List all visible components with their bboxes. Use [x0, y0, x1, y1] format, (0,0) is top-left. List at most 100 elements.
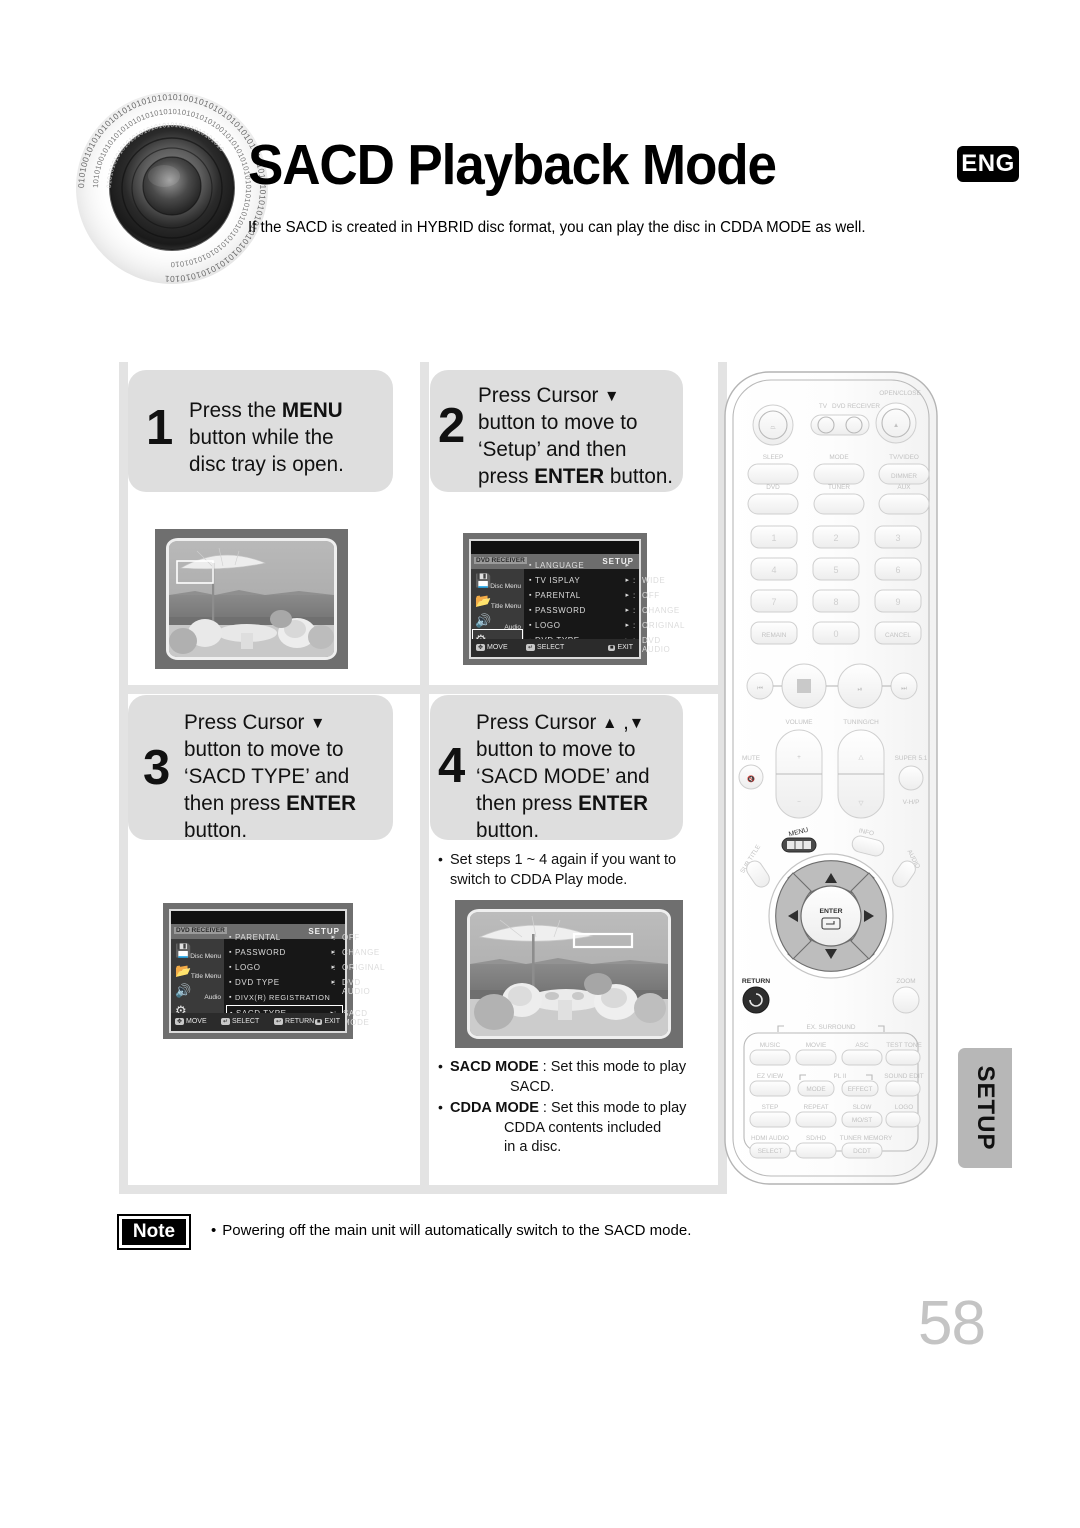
osd-row-key: PASSWORD: [535, 606, 586, 615]
svg-text:SLOW: SLOW: [853, 1104, 873, 1111]
row-bullet-icon: ▪: [229, 994, 232, 1001]
osd-row-value: ORIGINAL: [342, 963, 386, 972]
osd-row-value: OFF: [342, 933, 360, 942]
svg-text:SOUND EDIT: SOUND EDIT: [884, 1073, 924, 1080]
cursor-down-icon: ▼: [628, 715, 645, 732]
svg-text:3: 3: [895, 533, 900, 543]
row-bullet-icon: ▪: [529, 562, 532, 569]
svg-text:6: 6: [895, 565, 900, 575]
osd-row[interactable]: ▪ TV ISPLAY : WIDE ▸: [526, 573, 665, 588]
osd-row[interactable]: ▪ PASSWORD : CHANGE ▸: [226, 945, 379, 960]
osd-side-label-0: Disc Menu: [490, 583, 521, 590]
osd-row[interactable]: ▪ LOGO : ORIGINAL ▸: [526, 618, 684, 633]
step-4-number: 4: [438, 739, 466, 793]
divider-horizontal-mid: [119, 685, 719, 694]
svg-text:MO/ST: MO/ST: [852, 1117, 872, 1124]
osd-sidebar-1: 💾 Disc Menu 📂 Title Menu 🔊 Audio ⚙ Setup: [471, 569, 524, 653]
step-4-note-line-2: switch to CDDA Play mode.: [450, 871, 628, 888]
osd-row[interactable]: ▪ DVD TYPE : DVD AUDIO ▸: [226, 975, 370, 996]
osd-row-key: PARENTAL: [235, 933, 281, 942]
osd-side-label-1: Title Menu: [190, 973, 221, 980]
step-1-tv-frame: [155, 529, 348, 669]
row-bullet-icon: ▪: [229, 934, 232, 941]
step-1-text: Press the MENU button while the disc tra…: [189, 398, 344, 477]
note-badge: Note: [117, 1214, 191, 1250]
svg-text:MUTE: MUTE: [742, 755, 760, 762]
chevron-right-icon: ▸: [331, 979, 335, 986]
osd-row-value: OFF: [642, 591, 660, 600]
step-4-text: Press Cursor ▲ ,▼ button to move to ‘SAC…: [476, 710, 650, 843]
svg-text:4: 4: [771, 565, 776, 575]
chevron-right-icon: ▸: [625, 562, 629, 569]
osd-row-value: CHANGE: [342, 948, 380, 957]
divider-vertical-mid: [420, 362, 429, 1194]
osd-footer-label: MOVE: [487, 644, 508, 651]
step-4-note: Set steps 1 ~ 4 again if you want to swi…: [437, 850, 697, 892]
note-row: Note Powering off the main unit will aut…: [117, 1214, 939, 1250]
row-bullet-icon: ▪: [529, 592, 532, 599]
svg-text:⏢: ⏢: [770, 424, 775, 431]
page-header: 0101001010101010101010101010100101010101…: [0, 0, 1080, 300]
svg-text:MODE: MODE: [829, 454, 848, 461]
return-key-icon: ↩: [274, 1018, 284, 1025]
osd-row-key: LOGO: [235, 963, 261, 972]
osd-setup-screen-2: DVD RECEIVER SETUP 💾 Disc Menu 📂 Title M…: [163, 903, 384, 1039]
step-1-number: 1: [146, 401, 174, 455]
osd-footer-2: ✥ MOVE ↵ SELECT ↩ RETURN ■ EXIT: [171, 1013, 345, 1031]
step-2-number: 2: [438, 399, 466, 453]
step-1-tv-screen: [166, 538, 337, 660]
divider-vertical-left: [119, 362, 128, 1194]
osd-row-colon: :: [633, 576, 636, 585]
step-2-callout: 2 Press Cursor ▼ button to move to ‘Setu…: [430, 370, 683, 492]
svg-text:8: 8: [833, 597, 838, 607]
osd-row-value: ORIGINAL: [642, 621, 686, 630]
note-text: Powering off the main unit will automati…: [211, 1222, 691, 1239]
cdda-mode-desc-3: in a disc.: [504, 1139, 562, 1156]
step-4-tv-frame: [455, 900, 683, 1048]
osd-device-tag: DVD RECEIVER: [174, 927, 227, 934]
page-title: SACD Playback Mode: [248, 133, 777, 197]
svg-text:OPEN/CLOSE: OPEN/CLOSE: [879, 390, 921, 397]
chevron-right-icon: ▸: [331, 934, 335, 941]
osd-row-colon: :: [633, 606, 636, 615]
page-number: 58: [918, 1289, 986, 1358]
svg-text:PL II: PL II: [834, 1073, 847, 1080]
osd-row-value: CHANGE: [642, 606, 680, 615]
setup-side-tab: SETUP: [958, 1048, 1012, 1168]
svg-text:AUX: AUX: [897, 484, 911, 491]
svg-text:MODE: MODE: [806, 1086, 825, 1093]
osd-row[interactable]: ▪ PARENTAL : OFF ▸: [226, 930, 359, 945]
row-bullet-icon: ▪: [529, 607, 532, 614]
svg-text:REPEAT: REPEAT: [803, 1104, 828, 1111]
osd-row-key: TV ISPLAY: [535, 576, 581, 585]
svg-text:MUSIC: MUSIC: [760, 1042, 781, 1049]
osd-rows-2: ▪ PARENTAL : OFF ▸ ▪ PASSWORD : CHANGE ▸…: [226, 928, 384, 1027]
disc-menu-icon: 💾: [475, 573, 492, 588]
svg-text:⏯: ⏯: [857, 686, 862, 693]
svg-text:▲: ▲: [893, 422, 899, 429]
svg-text:9: 9: [895, 597, 900, 607]
osd-footer-label: EXIT: [324, 1018, 340, 1025]
select-key-icon: ↵: [526, 644, 536, 651]
chevron-right-icon: ▸: [625, 607, 629, 614]
chevron-right-icon: ▸: [331, 949, 335, 956]
osd-row[interactable]: ▪ LANGUAGE ▸: [526, 558, 637, 573]
svg-text:0: 0: [833, 629, 838, 639]
osd-row[interactable]: ▪ DIVX(R) REGISTRATION: [226, 990, 343, 1005]
svg-text:TUNER MEMORY: TUNER MEMORY: [840, 1135, 893, 1142]
svg-text:DCDT: DCDT: [853, 1148, 871, 1155]
osd-row-value: DVD AUDIO: [342, 978, 371, 996]
osd-row[interactable]: ▪ PARENTAL : OFF ▸: [526, 588, 659, 603]
audio-icon: 🔊: [175, 983, 192, 998]
svg-text:ZOOM: ZOOM: [896, 978, 915, 985]
svg-text:SLEEP: SLEEP: [763, 454, 784, 461]
osd-row[interactable]: ▪ LOGO : ORIGINAL ▸: [226, 960, 384, 975]
exit-key-icon: ■: [314, 1019, 323, 1025]
page-subtitle: If the SACD is created in HYBRID disc fo…: [248, 219, 866, 236]
osd-row[interactable]: ▪ PASSWORD : CHANGE ▸: [526, 603, 679, 618]
svg-text:−: −: [797, 799, 801, 806]
svg-text:DIMMER: DIMMER: [891, 473, 917, 480]
svg-text:LOGO: LOGO: [895, 1104, 913, 1111]
osd-row-key: LANGUAGE: [535, 561, 585, 570]
row-bullet-icon: ▪: [229, 949, 232, 956]
